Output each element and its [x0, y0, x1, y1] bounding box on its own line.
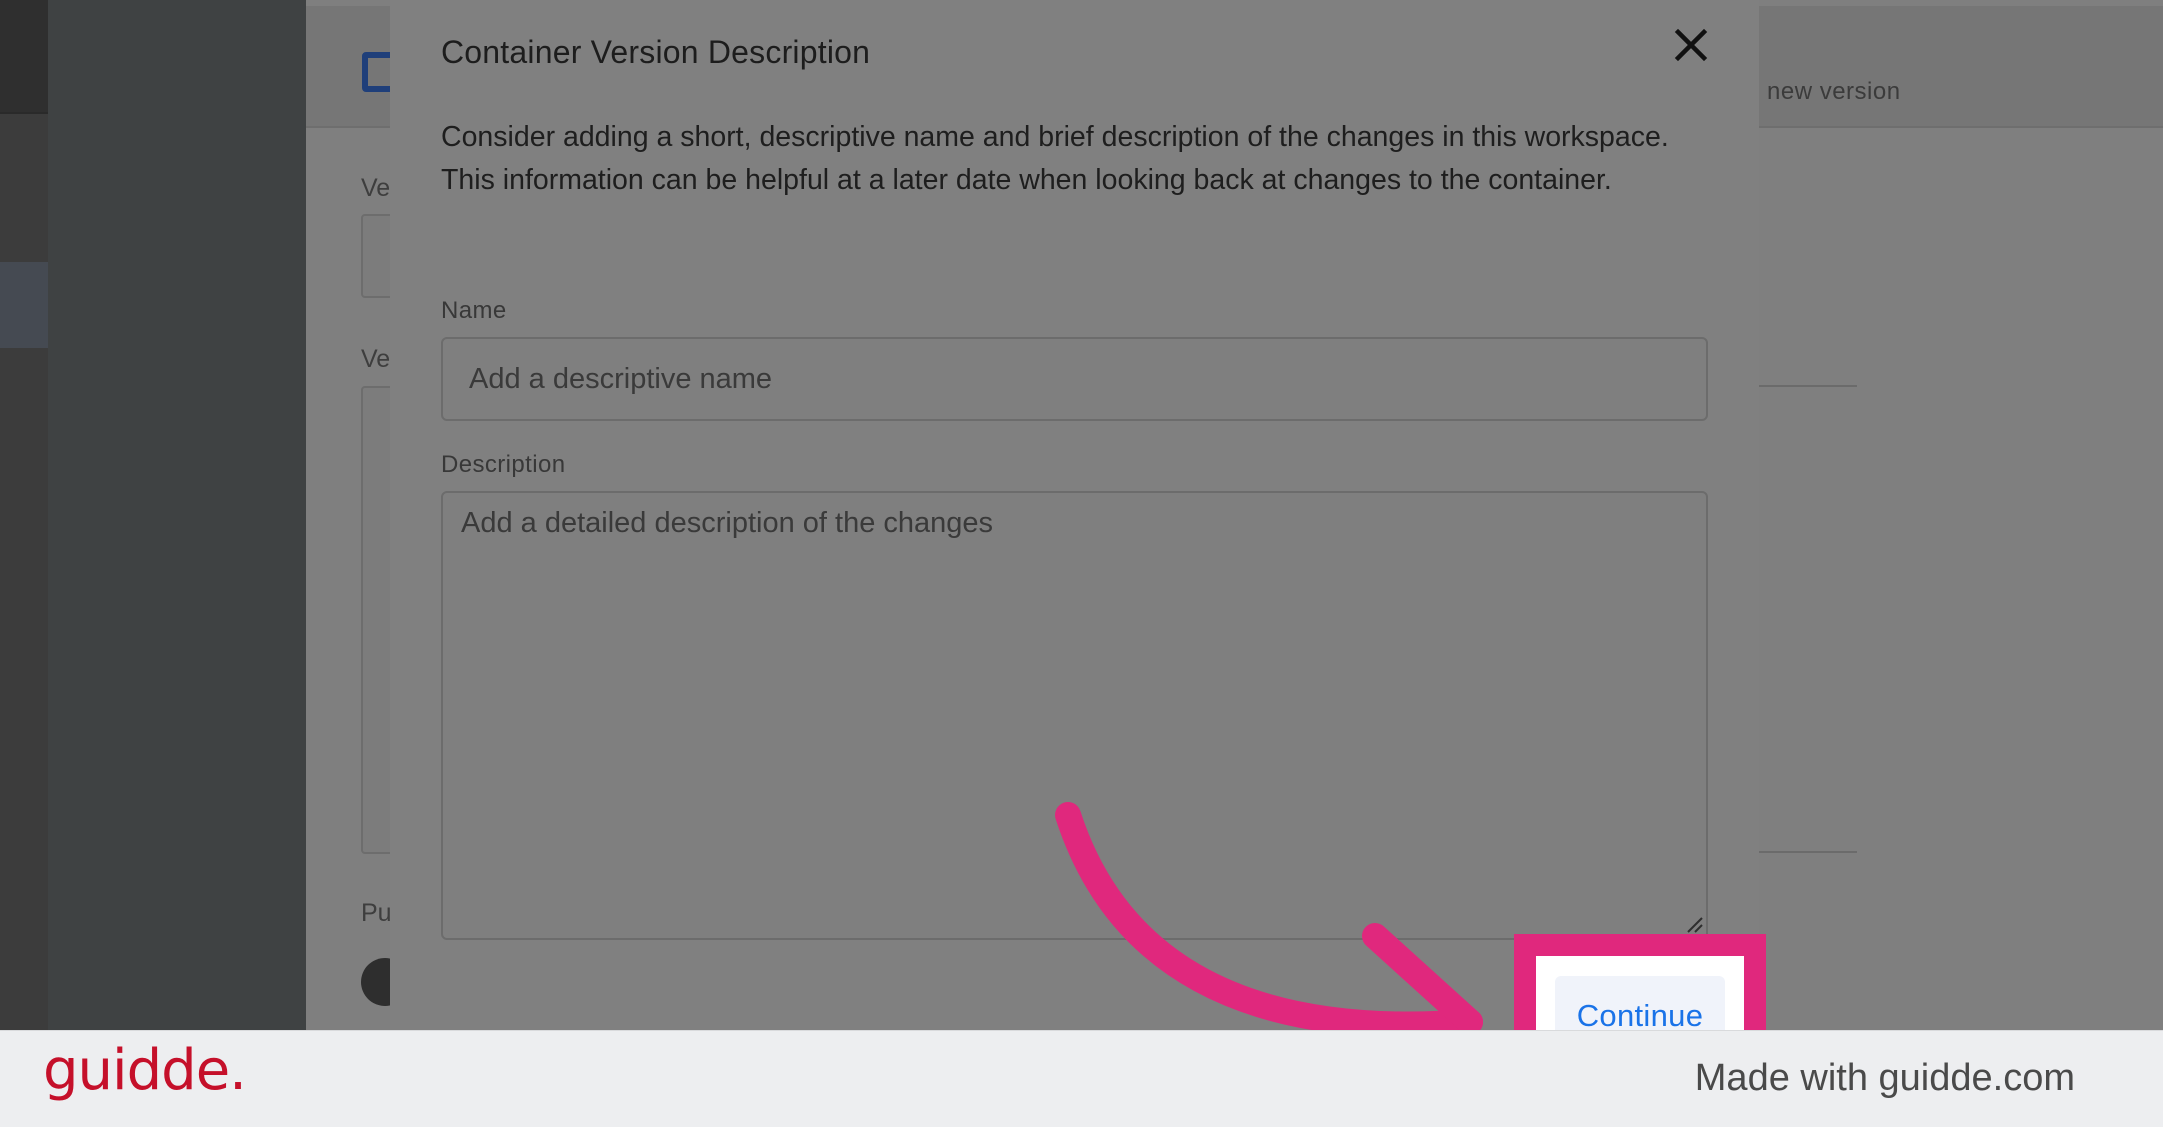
- skip-button[interactable]: ip: [1446, 994, 1469, 1027]
- publish-label-fragment: Pu: [361, 899, 392, 927]
- rail-selected-item: [0, 262, 48, 348]
- resize-grip-icon[interactable]: [1682, 912, 1704, 934]
- close-icon: [1674, 28, 1708, 62]
- version-description-label-fragment: Ve: [361, 345, 391, 373]
- left-rail: [0, 0, 48, 1030]
- guidde-logo: guidde.: [43, 1038, 247, 1103]
- new-version-text: new version: [1767, 78, 1901, 105]
- close-button[interactable]: [1666, 20, 1716, 70]
- side-navigation: [48, 0, 306, 1030]
- made-with-text: Made with guidde.com: [1694, 1057, 2075, 1099]
- dialog-title: Container Version Description: [441, 34, 871, 70]
- continue-button-label: Continue: [1576, 998, 1704, 1033]
- version-name-label-fragment: Ve: [361, 174, 391, 202]
- description-textarea[interactable]: [441, 491, 1708, 940]
- description-label: Description: [441, 451, 566, 478]
- name-input[interactable]: [441, 337, 1708, 421]
- rail-header: [0, 0, 48, 114]
- dialog-intro-text: Consider adding a short, descriptive nam…: [441, 121, 1669, 196]
- container-version-dialog: Container Version Description Consider a…: [390, 0, 1759, 1030]
- name-label: Name: [441, 297, 507, 324]
